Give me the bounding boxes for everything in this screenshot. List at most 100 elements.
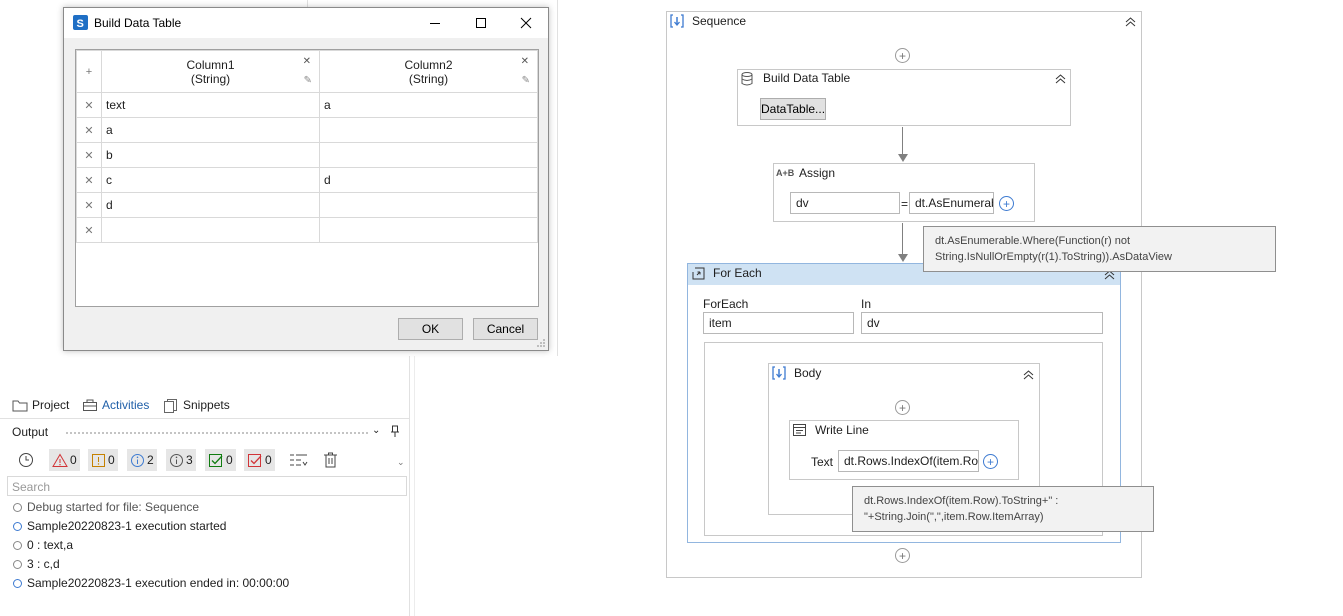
- data-table-icon: [741, 72, 753, 86]
- edit-column-icon[interactable]: ✎: [522, 75, 530, 86]
- edit-column-icon[interactable]: ✎: [304, 75, 312, 86]
- table-row: ✕ text a: [76, 92, 538, 118]
- info-filter[interactable]: 2: [127, 449, 157, 471]
- output-filters: 0 0 2 3 0 0 ⌄: [7, 449, 407, 471]
- add-activity-icon[interactable]: +: [895, 48, 910, 63]
- text-label: Text: [811, 455, 834, 469]
- trace-count: 3: [186, 453, 193, 467]
- tab-project[interactable]: Project: [12, 396, 69, 414]
- scroll-down-icon[interactable]: ⌄: [397, 457, 405, 468]
- body-title: Body: [794, 366, 822, 380]
- collapse-icon[interactable]: [1023, 369, 1034, 380]
- assign-to-field[interactable]: dv: [790, 192, 900, 214]
- writeline-icon: [793, 424, 806, 436]
- add-activity-icon[interactable]: +: [895, 400, 910, 415]
- minimize-icon: [430, 23, 440, 24]
- foreach-item-field[interactable]: item: [703, 312, 854, 334]
- table-row: ✕: [76, 217, 538, 243]
- column-header[interactable]: Column2 (String) ✕ ✎: [319, 50, 538, 93]
- remove-row-icon[interactable]: ✕: [76, 117, 102, 143]
- add-column-button[interactable]: +: [76, 50, 102, 93]
- table-cell[interactable]: [319, 192, 538, 218]
- panel-drag-handle[interactable]: [65, 431, 369, 435]
- log-line: 3 : c,d: [13, 555, 60, 573]
- failed-count: 0: [265, 453, 272, 467]
- log-text: 3 : c,d: [27, 557, 60, 571]
- remove-row-icon[interactable]: ✕: [76, 192, 102, 218]
- datatable-button[interactable]: DataTable...: [760, 98, 826, 120]
- sequence-title: Sequence: [692, 14, 747, 28]
- pin-icon[interactable]: [390, 425, 400, 437]
- list-options-icon[interactable]: [289, 452, 309, 468]
- minimize-button[interactable]: [412, 8, 458, 38]
- in-label: In: [861, 297, 872, 311]
- add-activity-icon[interactable]: +: [895, 548, 910, 563]
- close-button[interactable]: [503, 8, 549, 38]
- table-cell[interactable]: [319, 217, 538, 243]
- output-search-input[interactable]: Search: [7, 476, 407, 496]
- table-cell[interactable]: d: [101, 192, 320, 218]
- build-data-table-dialog: S Build Data Table + Column1 (String) ✕ …: [63, 7, 549, 351]
- table-cell[interactable]: text: [101, 92, 320, 118]
- dialog-title: Build Data Table: [94, 16, 182, 30]
- foreach-title: For Each: [713, 266, 762, 280]
- success-count: 0: [226, 453, 233, 467]
- remove-row-icon[interactable]: ✕: [76, 92, 102, 118]
- table-cell[interactable]: a: [319, 92, 538, 118]
- divider: [0, 418, 410, 419]
- remove-row-icon[interactable]: ✕: [76, 217, 102, 243]
- tab-label: Project: [32, 398, 70, 412]
- info-icon: [131, 453, 144, 467]
- chevron-down-icon[interactable]: ⌄: [372, 425, 380, 436]
- table-row: ✕ a: [76, 117, 538, 143]
- writeline-title: Write Line: [815, 423, 869, 437]
- remove-column-icon[interactable]: ✕: [303, 56, 311, 67]
- activities-icon: [83, 399, 97, 411]
- collapse-icon[interactable]: [1125, 16, 1136, 27]
- table-cell[interactable]: b: [101, 142, 320, 168]
- folder-icon: [12, 400, 28, 411]
- tab-activities[interactable]: Activities: [82, 396, 149, 414]
- trash-icon[interactable]: [323, 452, 338, 468]
- expression-editor-icon[interactable]: +: [983, 454, 998, 469]
- tab-snippets[interactable]: Snippets: [163, 396, 230, 414]
- writeline-text-field[interactable]: dt.Rows.IndexOf(item.Ro: [838, 450, 979, 472]
- log-line: Sample20220823-1 execution started: [13, 517, 226, 535]
- foreach-label: ForEach: [703, 297, 749, 311]
- resize-grip-icon[interactable]: [536, 338, 546, 348]
- foreach-icon: [692, 267, 705, 280]
- foreach-in-field[interactable]: dv: [861, 312, 1103, 334]
- remove-row-icon[interactable]: ✕: [76, 167, 102, 193]
- ok-button[interactable]: OK: [398, 318, 463, 340]
- clock-icon[interactable]: [18, 452, 34, 468]
- errors-filter[interactable]: 0: [49, 449, 80, 471]
- snippets-icon: [164, 398, 177, 413]
- expression-editor-icon[interactable]: +: [999, 196, 1014, 211]
- assign-value-field[interactable]: dt.AsEnumerabl: [909, 192, 994, 214]
- output-title: Output: [12, 425, 49, 439]
- equals-sign: =: [901, 197, 909, 211]
- column-header[interactable]: Column1 (String) ✕ ✎: [101, 50, 320, 93]
- column-name: Column2: [404, 57, 453, 72]
- table-cell[interactable]: a: [101, 117, 320, 143]
- table-cell[interactable]: c: [101, 167, 320, 193]
- trace-filter[interactable]: 3: [166, 449, 196, 471]
- trace-dot-icon: [13, 502, 22, 512]
- close-icon: [520, 17, 532, 29]
- remove-row-icon[interactable]: ✕: [76, 142, 102, 168]
- cancel-button[interactable]: Cancel: [473, 318, 538, 340]
- arrow-head-icon: [898, 154, 908, 162]
- table-cell[interactable]: [319, 117, 538, 143]
- success-filter[interactable]: 0: [205, 449, 236, 471]
- remove-column-icon[interactable]: ✕: [521, 56, 529, 67]
- warnings-filter[interactable]: 0: [88, 449, 118, 471]
- tab-label: Activities: [102, 398, 150, 412]
- warning-icon: [92, 453, 105, 467]
- maximize-button[interactable]: [458, 8, 504, 38]
- sequence-icon: [670, 14, 684, 28]
- collapse-icon[interactable]: [1055, 73, 1066, 84]
- failed-filter[interactable]: 0: [244, 449, 275, 471]
- table-cell[interactable]: d: [319, 167, 538, 193]
- table-cell[interactable]: [319, 142, 538, 168]
- table-cell[interactable]: [101, 217, 320, 243]
